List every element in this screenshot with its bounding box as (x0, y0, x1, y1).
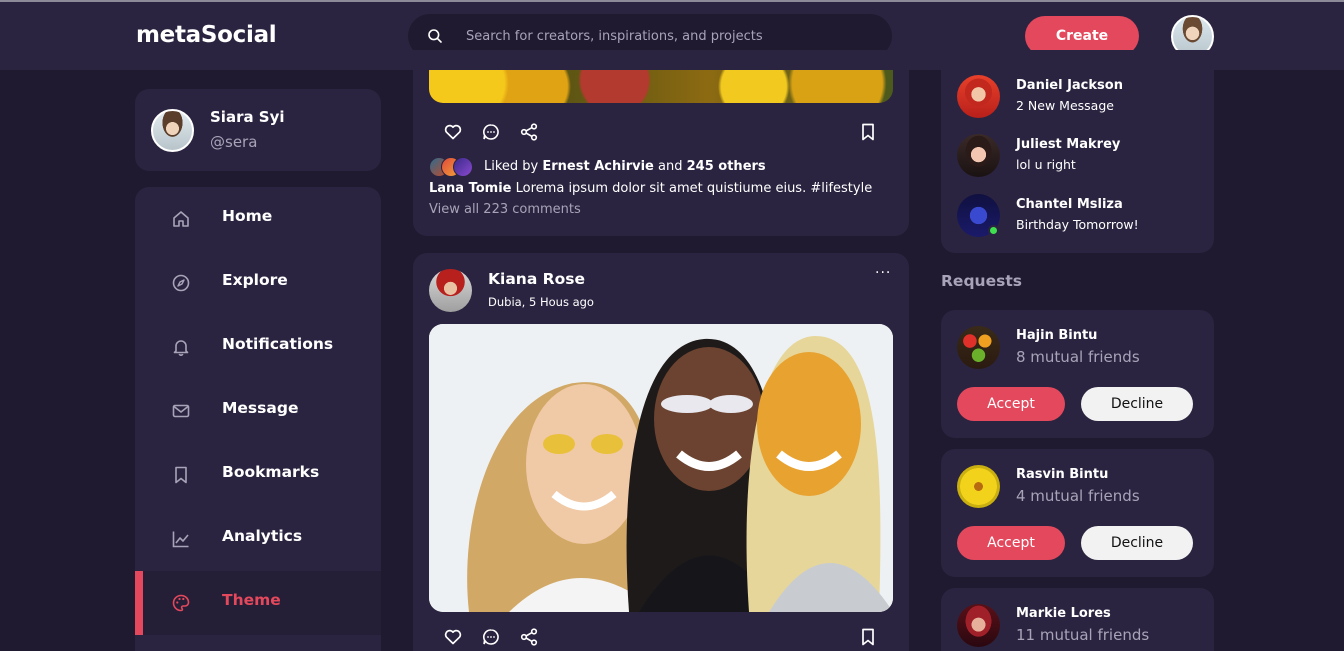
decline-button[interactable]: Decline (1081, 387, 1193, 421)
liked-and: and (658, 159, 683, 174)
sidebar-item-explore[interactable]: Explore (135, 251, 381, 315)
post-actions (443, 627, 883, 649)
sidebar-item-bookmarks[interactable]: Bookmarks (135, 443, 381, 507)
request-name[interactable]: Hajin Bintu (1016, 328, 1097, 343)
sidebar-item-message[interactable]: Message (135, 379, 381, 443)
request-name[interactable]: Markie Lores (1016, 606, 1111, 621)
view-comments-link[interactable]: View all 223 comments (429, 202, 581, 217)
sidebar-item-analytics[interactable]: Analytics (135, 507, 381, 571)
message-sender: Daniel Jackson (1016, 78, 1123, 93)
online-status-dot (988, 225, 999, 236)
sidebar-item-label: Bookmarks (222, 463, 320, 481)
post-meta: Dubia, 5 Hous ago (488, 295, 594, 309)
palette-icon (171, 593, 191, 613)
liked-by-row: Liked by Ernest Achirvie and 245 others (429, 157, 899, 177)
message-preview: Birthday Tomorrow! (1016, 217, 1139, 232)
chart-line-icon (171, 529, 191, 549)
profile-handle: @sera (210, 133, 258, 151)
heart-icon[interactable] (443, 627, 463, 647)
message-sender: Chantel Msliza (1016, 197, 1123, 212)
message-preview: lol u right (1016, 157, 1076, 172)
post-author-name[interactable]: Kiana Rose (488, 270, 585, 288)
more-options-icon[interactable]: ··· (875, 265, 891, 281)
profile-card[interactable]: Siara Syi @sera (135, 89, 381, 171)
message-item[interactable]: Daniel Jackson 2 New Message (957, 75, 1207, 121)
message-preview: 2 New Message (1016, 98, 1114, 113)
friend-request-card: Hajin Bintu 8 mutual friends Accept Decl… (941, 310, 1214, 438)
sidebar-item-label: Analytics (222, 527, 303, 545)
bookmark-icon[interactable] (858, 627, 878, 647)
sidebar-item-label: Home (222, 207, 273, 225)
request-avatar[interactable] (957, 465, 1000, 508)
compass-icon (171, 273, 191, 293)
mutual-friends: 11 mutual friends (1016, 626, 1150, 644)
heart-icon[interactable] (443, 122, 463, 142)
share-icon[interactable] (519, 627, 539, 647)
post-image[interactable] (429, 324, 893, 612)
caption-text: Lorema ipsum dolor sit amet quistiume ei… (515, 181, 873, 196)
message-sender: Juliest Makrey (1016, 137, 1121, 152)
requests-heading: Requests (941, 272, 1022, 290)
post-caption: Lana Tomie Lorema ipsum dolor sit amet q… (429, 181, 872, 196)
share-icon[interactable] (519, 122, 539, 142)
liked-name[interactable]: Ernest Achirvie (542, 159, 653, 174)
liker-avatar (453, 157, 473, 177)
feed-post: Kiana Rose Dubia, 5 Hous ago ··· (413, 253, 909, 651)
post-actions (443, 122, 883, 144)
message-avatar (957, 75, 1000, 118)
accept-button[interactable]: Accept (957, 387, 1065, 421)
bell-icon (171, 337, 191, 357)
sidebar-item-home[interactable]: Home (135, 187, 381, 251)
friend-request-card: Rasvin Bintu 4 mutual friends Accept Dec… (941, 449, 1214, 577)
sidebar-item-label: Message (222, 399, 299, 417)
messages-card: Daniel Jackson 2 New Message Juliest Mak… (941, 50, 1214, 253)
sidebar-menu: Home Explore Notifications Message Bookm… (135, 187, 381, 651)
search-icon (427, 28, 443, 44)
home-icon (171, 209, 191, 229)
request-avatar[interactable] (957, 326, 1000, 369)
comment-icon[interactable] (481, 122, 501, 142)
decline-button[interactable]: Decline (1081, 526, 1193, 560)
liked-by-text[interactable]: Liked by Ernest Achirvie and 245 others (484, 159, 766, 174)
sidebar-item-notifications[interactable]: Notifications (135, 315, 381, 379)
sidebar-item-label: Notifications (222, 335, 334, 353)
message-avatar (957, 134, 1000, 177)
liked-prefix: Liked by (484, 159, 539, 174)
mutual-friends: 4 mutual friends (1016, 487, 1140, 505)
accept-button[interactable]: Accept (957, 526, 1065, 560)
caption-user[interactable]: Lana Tomie (429, 181, 512, 196)
mutual-friends: 8 mutual friends (1016, 348, 1140, 366)
request-name[interactable]: Rasvin Bintu (1016, 467, 1108, 482)
sidebar-item-label: Explore (222, 271, 288, 289)
message-item[interactable]: Juliest Makrey lol u right (957, 134, 1207, 180)
post-author-avatar[interactable] (429, 269, 472, 312)
request-avatar[interactable] (957, 604, 1000, 647)
bookmark-icon (171, 465, 191, 485)
sidebar-item-label: Theme (222, 591, 281, 609)
active-indicator (135, 571, 143, 635)
envelope-icon (171, 401, 191, 421)
feed-post: Liked by Ernest Achirvie and 245 others … (413, 50, 909, 236)
profile-avatar (151, 109, 194, 152)
friend-request-card: Markie Lores 11 mutual friends (941, 588, 1214, 651)
liked-others[interactable]: 245 others (687, 159, 766, 174)
profile-name: Siara Syi (210, 108, 285, 126)
message-item[interactable]: Chantel Msliza Birthday Tomorrow! (957, 194, 1207, 240)
app-logo[interactable]: metaSocial (136, 22, 277, 48)
bookmark-icon[interactable] (858, 122, 878, 142)
sidebar-item-theme[interactable]: Theme (135, 571, 381, 635)
comment-icon[interactable] (481, 627, 501, 647)
post-image[interactable] (429, 70, 893, 103)
